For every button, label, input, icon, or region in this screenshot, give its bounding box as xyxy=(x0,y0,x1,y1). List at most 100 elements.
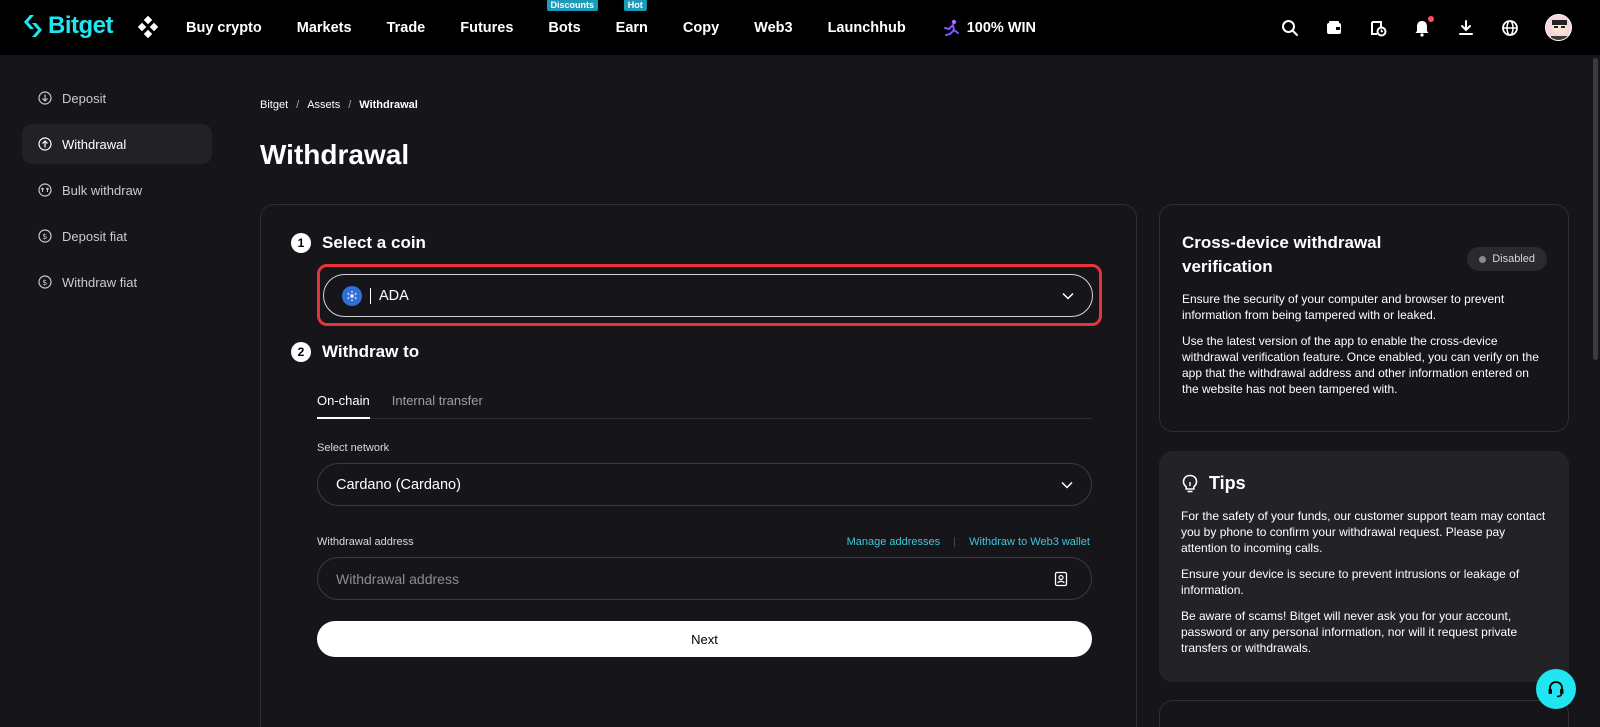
wallet-icon[interactable] xyxy=(1325,19,1343,37)
withdrawal-form: 1 Select a coin ADA 2 Withdraw to On-cha… xyxy=(260,204,1137,727)
tab-on-chain[interactable]: On-chain xyxy=(317,393,370,419)
sidebar-item-label: Withdrawal xyxy=(62,136,127,152)
withdraw-fiat-icon: $ xyxy=(38,275,52,289)
tip-item: Be aware of scams! Bitget will never ask… xyxy=(1181,609,1518,655)
nav-launchhub[interactable]: Launchhub xyxy=(828,20,906,36)
breadcrumb-assets[interactable]: Assets xyxy=(307,99,340,111)
avatar[interactable] xyxy=(1545,14,1572,41)
deposit-icon xyxy=(38,91,52,105)
withdraw-to-web3-link[interactable]: Withdraw to Web3 wallet xyxy=(969,536,1090,548)
sidebar-item-bulk-withdraw[interactable]: Bulk withdraw xyxy=(22,170,212,210)
nav-label: Markets xyxy=(296,19,352,36)
nav-copy[interactable]: Copy xyxy=(683,20,719,36)
nav-label: Web3 xyxy=(754,19,793,36)
withdrawal-icon xyxy=(38,137,52,151)
breadcrumb-separator: / xyxy=(296,99,300,111)
search-icon[interactable] xyxy=(1281,19,1299,37)
promo-label: 100% WIN xyxy=(966,19,1037,36)
coin-select-value: ADA xyxy=(379,287,409,304)
tab-internal-transfer[interactable]: Internal transfer xyxy=(392,393,483,419)
discounts-badge: Discounts xyxy=(546,0,599,11)
nav-label: Futures xyxy=(460,19,514,36)
manage-addresses-link[interactable]: Manage addresses xyxy=(847,536,941,548)
nav-trade[interactable]: Trade xyxy=(387,20,426,36)
step-title: Withdraw to xyxy=(322,342,420,361)
status-badge[interactable]: Disabled xyxy=(1467,247,1547,271)
step-title: Select a coin xyxy=(322,233,426,252)
cross-device-verification-card: Cross-device withdrawal verification Dis… xyxy=(1159,204,1569,432)
svg-text:$: $ xyxy=(42,278,47,287)
breadcrumb-current: Withdrawal xyxy=(359,99,418,111)
nav-label: Launchhub xyxy=(827,19,906,36)
svg-text:$: $ xyxy=(42,232,47,241)
sidebar-item-deposit[interactable]: Deposit xyxy=(22,78,212,118)
sidebar-item-withdraw-fiat[interactable]: $ Withdraw fiat xyxy=(22,262,212,302)
breadcrumb-separator: / xyxy=(348,99,352,111)
address-links: Manage addresses Withdraw to Web3 wallet xyxy=(847,536,1090,548)
sidebar-item-withdrawal[interactable]: Withdrawal xyxy=(22,124,212,164)
next-button[interactable]: Next xyxy=(317,621,1092,657)
network-select-value: Cardano (Cardano) xyxy=(336,476,461,493)
nav-earn[interactable]: Hot Earn xyxy=(615,0,648,36)
nav-label: Copy xyxy=(682,19,720,36)
withdrawal-address-input[interactable] xyxy=(317,557,1092,600)
nav-futures[interactable]: Futures xyxy=(460,20,513,36)
nav-web3[interactable]: Web3 xyxy=(754,20,792,36)
lightbulb-icon xyxy=(1182,474,1198,492)
address-label: Withdrawal address xyxy=(317,536,414,548)
download-icon[interactable] xyxy=(1457,19,1475,37)
withdraw-type-tabs: On-chain Internal transfer xyxy=(317,393,1092,419)
coin-select[interactable]: ADA xyxy=(323,274,1093,317)
status-label: Disabled xyxy=(1492,253,1535,265)
hot-badge: Hot xyxy=(623,0,647,11)
nav-markets[interactable]: Markets xyxy=(297,20,352,36)
chevron-down-icon xyxy=(1061,481,1073,489)
page-scrollbar[interactable] xyxy=(1593,58,1598,360)
nav-label: Bots xyxy=(548,19,581,36)
deposit-fiat-icon: $ xyxy=(38,229,52,243)
history-icon[interactable] xyxy=(1369,19,1387,37)
page-title: Withdrawal xyxy=(260,139,410,170)
sidebar-item-label: Withdraw fiat xyxy=(62,274,138,290)
nav-promo-win[interactable]: 100% WIN xyxy=(941,19,1036,37)
brand-name: Bitget xyxy=(48,12,114,39)
sidebar-item-label: Deposit fiat xyxy=(62,228,128,244)
verification-title: Cross-device withdrawal verification xyxy=(1182,233,1382,276)
step-withdraw-to: 2 Withdraw to xyxy=(291,342,419,362)
notification-dot xyxy=(1428,15,1434,22)
link-divider xyxy=(954,537,956,547)
nav-label: Trade xyxy=(386,19,426,36)
status-dot xyxy=(1479,255,1487,263)
globe-icon[interactable] xyxy=(1501,19,1519,37)
address-book-icon[interactable] xyxy=(1053,571,1069,587)
apps-grid-icon[interactable] xyxy=(137,16,159,38)
step-number: 1 xyxy=(291,233,311,253)
top-navigation: Bitget Buy crypto Markets Trade Futures … xyxy=(0,0,1600,55)
text-cursor xyxy=(370,287,371,304)
faq-card xyxy=(1159,700,1569,727)
main-menu: Buy crypto Markets Trade Futures Discoun… xyxy=(186,0,1071,55)
bell-icon[interactable] xyxy=(1413,15,1434,37)
nav-label: Earn xyxy=(615,19,648,36)
runner-icon xyxy=(943,19,959,36)
tips-card: Tips For the safety of your funds, our c… xyxy=(1159,451,1569,682)
verification-text: Ensure the security of your computer and… xyxy=(1182,292,1505,322)
bitget-logo[interactable]: Bitget xyxy=(22,12,114,40)
nav-buy-crypto[interactable]: Buy crypto xyxy=(186,20,262,36)
chevron-down-icon xyxy=(1062,292,1074,300)
tip-item: Ensure your device is secure to prevent … xyxy=(1181,567,1520,597)
bulk-withdraw-icon xyxy=(38,183,52,197)
tips-header: Tips xyxy=(1181,473,1547,494)
tips-body: For the safety of your funds, our custom… xyxy=(1181,508,1547,656)
breadcrumb: Bitget / Assets / Withdrawal xyxy=(260,99,418,111)
breadcrumb-home[interactable]: Bitget xyxy=(260,99,288,111)
nav-label: Buy crypto xyxy=(186,19,262,36)
customer-support-button[interactable] xyxy=(1536,669,1576,709)
tip-item: For the safety of your funds, our custom… xyxy=(1181,509,1546,555)
ada-coin-icon xyxy=(342,285,362,306)
step-number: 2 xyxy=(291,342,311,362)
bitget-logo-icon xyxy=(24,15,42,37)
nav-bots[interactable]: Discounts Bots xyxy=(546,0,599,36)
sidebar-item-deposit-fiat[interactable]: $ Deposit fiat xyxy=(22,216,212,256)
network-select[interactable]: Cardano (Cardano) xyxy=(317,463,1092,506)
